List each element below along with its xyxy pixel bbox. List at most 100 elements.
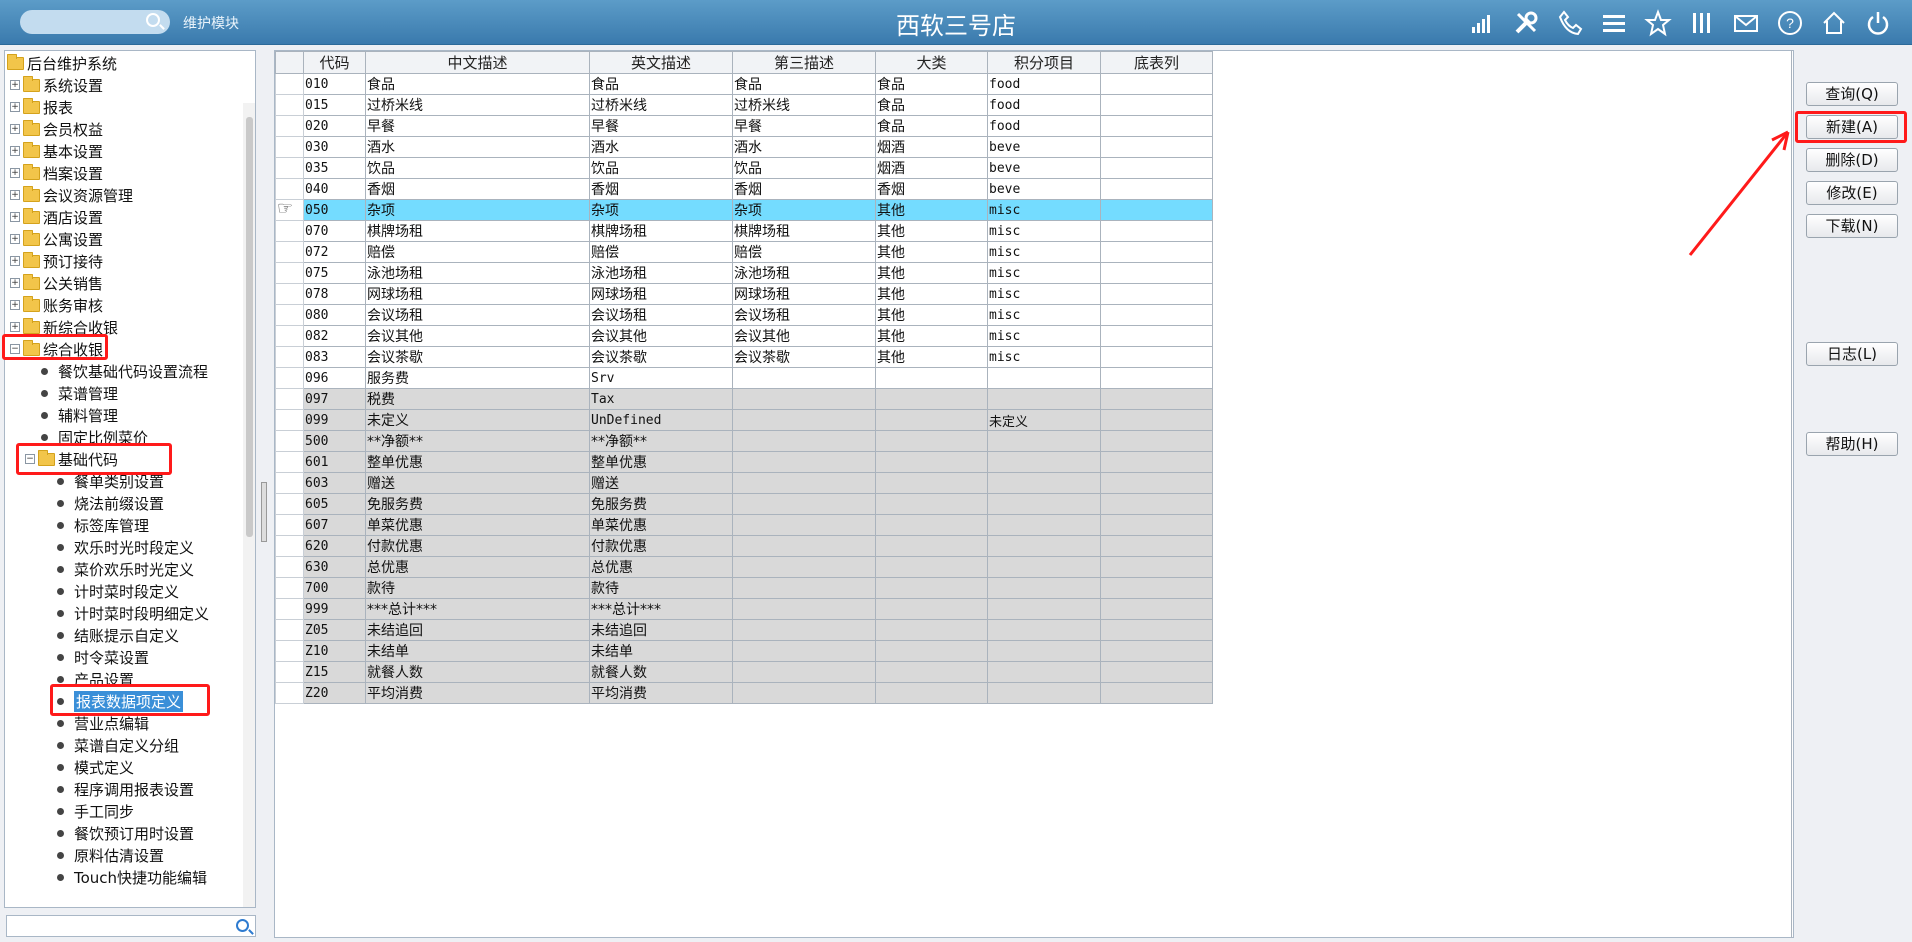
table-cell[interactable]: misc [987, 220, 1101, 242]
table-cell[interactable]: 500 [303, 430, 366, 452]
table-cell[interactable]: food [987, 94, 1101, 116]
table-cell[interactable]: 平均消费 [365, 682, 590, 704]
table-row[interactable]: 030 酒水 酒水 酒水 烟酒 beve [275, 136, 1213, 158]
expand-icon[interactable]: + [10, 300, 20, 310]
tree-leaf[interactable]: 菜谱管理 [41, 382, 118, 404]
table-row[interactable]: 072 赔偿 赔偿 赔偿 其他 misc [275, 241, 1213, 263]
power-icon[interactable] [1856, 6, 1900, 40]
expand-icon[interactable]: + [10, 234, 20, 244]
table-cell[interactable]: 其他 [875, 325, 988, 347]
table-cell[interactable] [732, 577, 876, 599]
table-cell[interactable]: 070 [303, 220, 366, 242]
tree-leaf[interactable]: 辅料管理 [41, 404, 118, 426]
table-cell[interactable]: 付款优惠 [365, 535, 590, 557]
table-cell[interactable]: 棋牌场租 [732, 220, 876, 242]
table-cell[interactable] [987, 535, 1101, 557]
table-cell[interactable]: 会议其他 [589, 325, 733, 347]
table-cell[interactable] [987, 472, 1101, 494]
table-cell[interactable] [1100, 619, 1213, 641]
table-cell[interactable]: 其他 [875, 304, 988, 326]
tree-leaf[interactable]: Touch快捷功能编辑 [57, 866, 207, 888]
table-cell[interactable] [1100, 136, 1213, 158]
table-cell[interactable]: 酒水 [732, 136, 876, 158]
tree-leaf[interactable]: 餐饮预订用时设置 [57, 822, 194, 844]
table-cell[interactable] [1100, 451, 1213, 473]
menu-icon[interactable] [1592, 6, 1636, 40]
download-button[interactable]: 下载(N) [1806, 214, 1898, 238]
table-cell[interactable]: 其他 [875, 346, 988, 368]
table-cell[interactable]: 早餐 [589, 115, 733, 137]
table-cell[interactable]: 未结追回 [365, 619, 590, 641]
table-row[interactable]: 999 ***总计*** ***总计*** [275, 598, 1213, 620]
table-cell[interactable]: misc [987, 346, 1101, 368]
table-cell[interactable]: 付款优惠 [589, 535, 733, 557]
table-cell[interactable]: 会议场租 [365, 304, 590, 326]
tree-group[interactable]: + 账务审核 [10, 294, 103, 316]
table-cell[interactable]: beve [987, 157, 1101, 179]
table-cell[interactable]: 单菜优惠 [365, 514, 590, 536]
table-cell[interactable]: 会议其他 [732, 325, 876, 347]
column-header[interactable]: 代码 [303, 51, 366, 74]
table-cell[interactable]: 总优惠 [365, 556, 590, 578]
expand-icon[interactable]: + [10, 190, 20, 200]
expand-icon[interactable]: + [10, 80, 20, 90]
table-cell[interactable] [1100, 157, 1213, 179]
table-cell[interactable]: 总优惠 [589, 556, 733, 578]
table-cell[interactable] [1100, 661, 1213, 683]
table-cell[interactable]: 食品 [365, 73, 590, 95]
table-cell[interactable] [1100, 199, 1213, 221]
table-cell[interactable]: Z05 [303, 619, 366, 641]
table-cell[interactable] [875, 430, 988, 452]
table-row[interactable]: 078 网球场租 网球场租 网球场租 其他 misc [275, 283, 1213, 305]
query-button[interactable]: 查询(Q) [1806, 82, 1898, 106]
table-row[interactable]: ☞ 050 杂项 杂项 杂项 其他 misc [275, 199, 1213, 221]
table-row[interactable]: Z10 未结单 未结单 [275, 640, 1213, 662]
tree-group[interactable]: + 档案设置 [10, 162, 103, 184]
table-cell[interactable]: 未结追回 [589, 619, 733, 641]
tree-leaf[interactable]: 手工同步 [57, 800, 134, 822]
table-cell[interactable]: **净额** [365, 430, 590, 452]
table-cell[interactable] [732, 493, 876, 515]
table-cell[interactable] [1100, 535, 1213, 557]
column-header[interactable]: 底表列 [1100, 51, 1213, 74]
table-cell[interactable] [987, 493, 1101, 515]
table-cell[interactable] [875, 619, 988, 641]
table-cell[interactable] [732, 598, 876, 620]
table-cell[interactable]: 过桥米线 [732, 94, 876, 116]
table-cell[interactable]: 015 [303, 94, 366, 116]
column-header[interactable]: 积分项目 [987, 51, 1101, 74]
table-cell[interactable]: 075 [303, 262, 366, 284]
table-cell[interactable] [875, 577, 988, 599]
table-cell[interactable] [732, 640, 876, 662]
table-cell[interactable] [875, 682, 988, 704]
tree-leaf[interactable]: 模式定义 [57, 756, 134, 778]
table-cell[interactable]: 食品 [875, 73, 988, 95]
table-cell[interactable]: 078 [303, 283, 366, 305]
table-cell[interactable]: 棋牌场租 [589, 220, 733, 242]
table-cell[interactable] [875, 535, 988, 557]
table-cell[interactable] [732, 514, 876, 536]
table-row[interactable]: 700 款待 款待 [275, 577, 1213, 599]
table-cell[interactable] [1100, 493, 1213, 515]
table-cell[interactable]: 099 [303, 409, 366, 431]
table-cell[interactable]: misc [987, 199, 1101, 221]
table-cell[interactable] [875, 661, 988, 683]
table-cell[interactable] [732, 472, 876, 494]
table-cell[interactable] [1100, 325, 1213, 347]
table-cell[interactable]: Z20 [303, 682, 366, 704]
table-cell[interactable] [987, 619, 1101, 641]
table-cell[interactable]: 食品 [875, 115, 988, 137]
tree-leaf[interactable]: 结账提示自定义 [57, 624, 179, 646]
signal-icon[interactable] [1460, 6, 1504, 40]
table-cell[interactable]: food [987, 115, 1101, 137]
table-cell[interactable]: misc [987, 262, 1101, 284]
table-cell[interactable]: 酒水 [365, 136, 590, 158]
table-cell[interactable]: 083 [303, 346, 366, 368]
tree-leaf[interactable]: 烧法前缀设置 [57, 492, 164, 514]
table-cell[interactable]: 食品 [732, 73, 876, 95]
table-row[interactable]: 082 会议其他 会议其他 会议其他 其他 misc [275, 325, 1213, 347]
table-cell[interactable]: ***总计*** [365, 598, 590, 620]
table-cell[interactable] [875, 514, 988, 536]
table-cell[interactable] [875, 472, 988, 494]
table-cell[interactable] [875, 451, 988, 473]
